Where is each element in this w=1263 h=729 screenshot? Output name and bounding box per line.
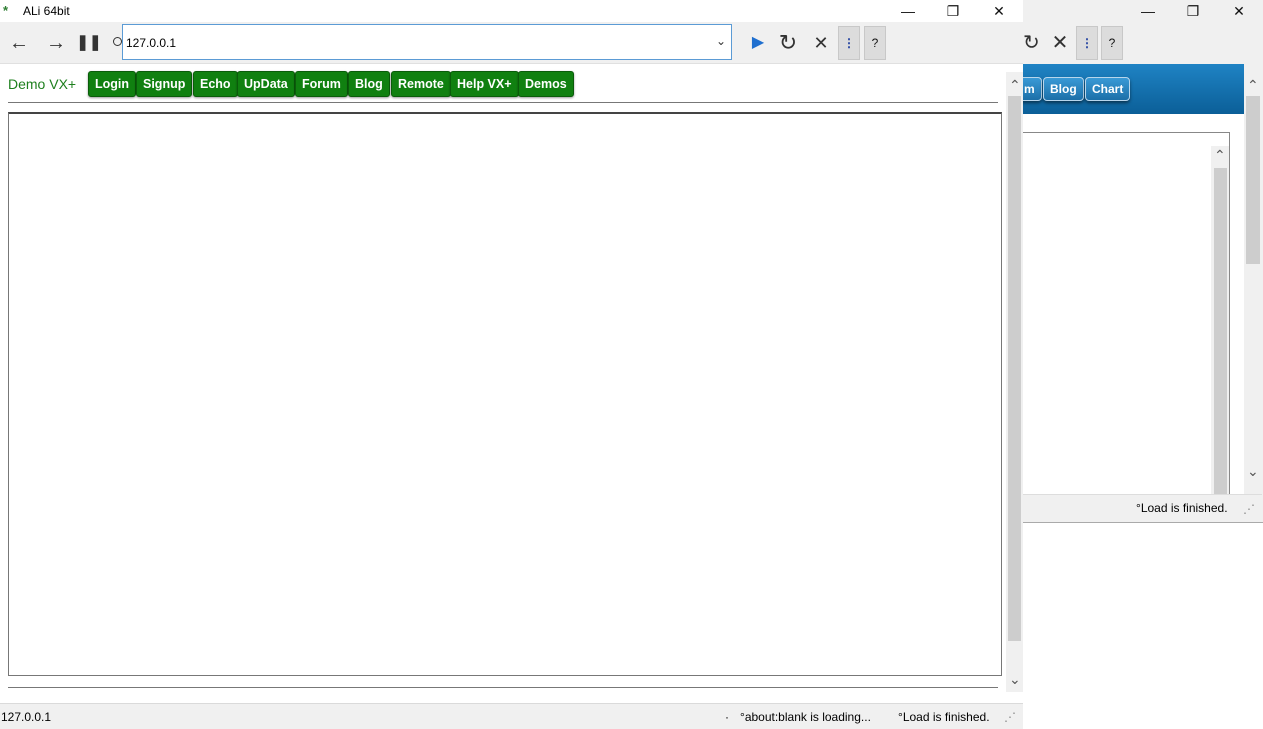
back-resize-grip-icon[interactable]: ⋰ [1243, 502, 1255, 516]
title-bar [0, 0, 1023, 22]
status-separator: · [725, 710, 729, 724]
back-inner-scrollbar-thumb[interactable] [1214, 168, 1227, 494]
blog-button[interactable]: Blog [348, 71, 390, 97]
remote-button[interactable]: Remote [391, 71, 451, 97]
pause-icon: ❚❚ [76, 34, 102, 51]
status-loading: °about:blank is loading... [740, 710, 871, 724]
status-url: 127.0.0.1 [1, 710, 52, 724]
signup-button[interactable]: Signup [136, 71, 193, 97]
help-vx-button[interactable]: Help VX+ [450, 71, 519, 97]
demos-button[interactable]: Demos [518, 71, 574, 97]
menu-button[interactable]: ⋮ [838, 26, 860, 60]
back-inner-scroll-up-icon[interactable]: ⌃ [1214, 148, 1226, 162]
arrow-right-icon: → [46, 32, 66, 54]
close-icon: ✕ [993, 3, 1005, 19]
minimize-button[interactable]: — [885, 0, 931, 22]
ali-app-icon: * [3, 3, 9, 18]
back-stop-icon[interactable]: ✕ [1048, 28, 1072, 58]
back-close-button[interactable]: ✕ [1216, 0, 1262, 22]
main-scrollbar-thumb[interactable] [1008, 96, 1021, 641]
restore-icon: ❐ [946, 3, 960, 19]
stop-button[interactable]: ✕ [809, 26, 833, 60]
resize-grip-icon[interactable]: ⋰ [1004, 710, 1016, 724]
stop-x-icon: ✕ [813, 33, 829, 53]
close-button[interactable]: ✕ [976, 0, 1022, 22]
back-scroll-up-icon[interactable]: ⌃ [1247, 78, 1259, 92]
forum-button[interactable]: Forum [295, 71, 348, 97]
divider-bottom [8, 687, 998, 688]
url-input[interactable] [122, 24, 732, 60]
brand-title: Demo VX+ [8, 76, 77, 92]
scroll-down-icon[interactable]: ⌄ [1009, 672, 1021, 686]
url-input-value[interactable]: 127.0.0.1 [126, 36, 176, 50]
back-chart-button[interactable]: Chart [1085, 77, 1131, 101]
restore-button[interactable]: ❐ [930, 0, 976, 22]
back-menu-button[interactable]: ⋮ [1076, 26, 1098, 60]
scroll-up-icon[interactable]: ⌃ [1009, 78, 1021, 92]
back-help-button[interactable]: ? [1101, 26, 1123, 60]
play-triangle-icon: ▶ [751, 34, 765, 51]
back-restore-button[interactable]: ❐ [1170, 0, 1216, 22]
back-scrollbar-thumb[interactable] [1246, 96, 1260, 264]
arrow-left-icon: ← [9, 32, 29, 54]
window-title: ALi 64bit [23, 4, 70, 18]
back-status-finished: °Load is finished. [1136, 501, 1228, 515]
updata-button[interactable]: UpData [237, 71, 295, 97]
status-finished: °Load is finished. [898, 710, 990, 724]
login-button[interactable]: Login [88, 71, 137, 97]
back-button[interactable]: ← [6, 30, 32, 56]
back-blog-button[interactable]: Blog [1043, 77, 1084, 101]
chevron-down-icon[interactable]: ⌄ [716, 34, 726, 48]
reload-button[interactable]: ↻ [776, 26, 800, 60]
divider-top [8, 102, 998, 103]
help-button[interactable]: ? [864, 26, 886, 60]
forward-button[interactable]: → [43, 30, 69, 56]
back-minimize-button[interactable]: — [1125, 0, 1171, 22]
minimize-icon: — [901, 3, 915, 19]
status-dot-icon [113, 37, 122, 46]
go-button[interactable]: ▶ [746, 26, 770, 60]
echo-button[interactable]: Echo [193, 71, 238, 97]
content-frame [8, 112, 1002, 676]
back-reload-icon[interactable]: ↻ [1023, 28, 1041, 58]
back-content-frame [1023, 132, 1230, 495]
back-scroll-down-icon[interactable]: ⌄ [1247, 464, 1259, 478]
pause-button[interactable]: ❚❚ [76, 30, 102, 56]
reload-icon: ↻ [778, 30, 798, 55]
